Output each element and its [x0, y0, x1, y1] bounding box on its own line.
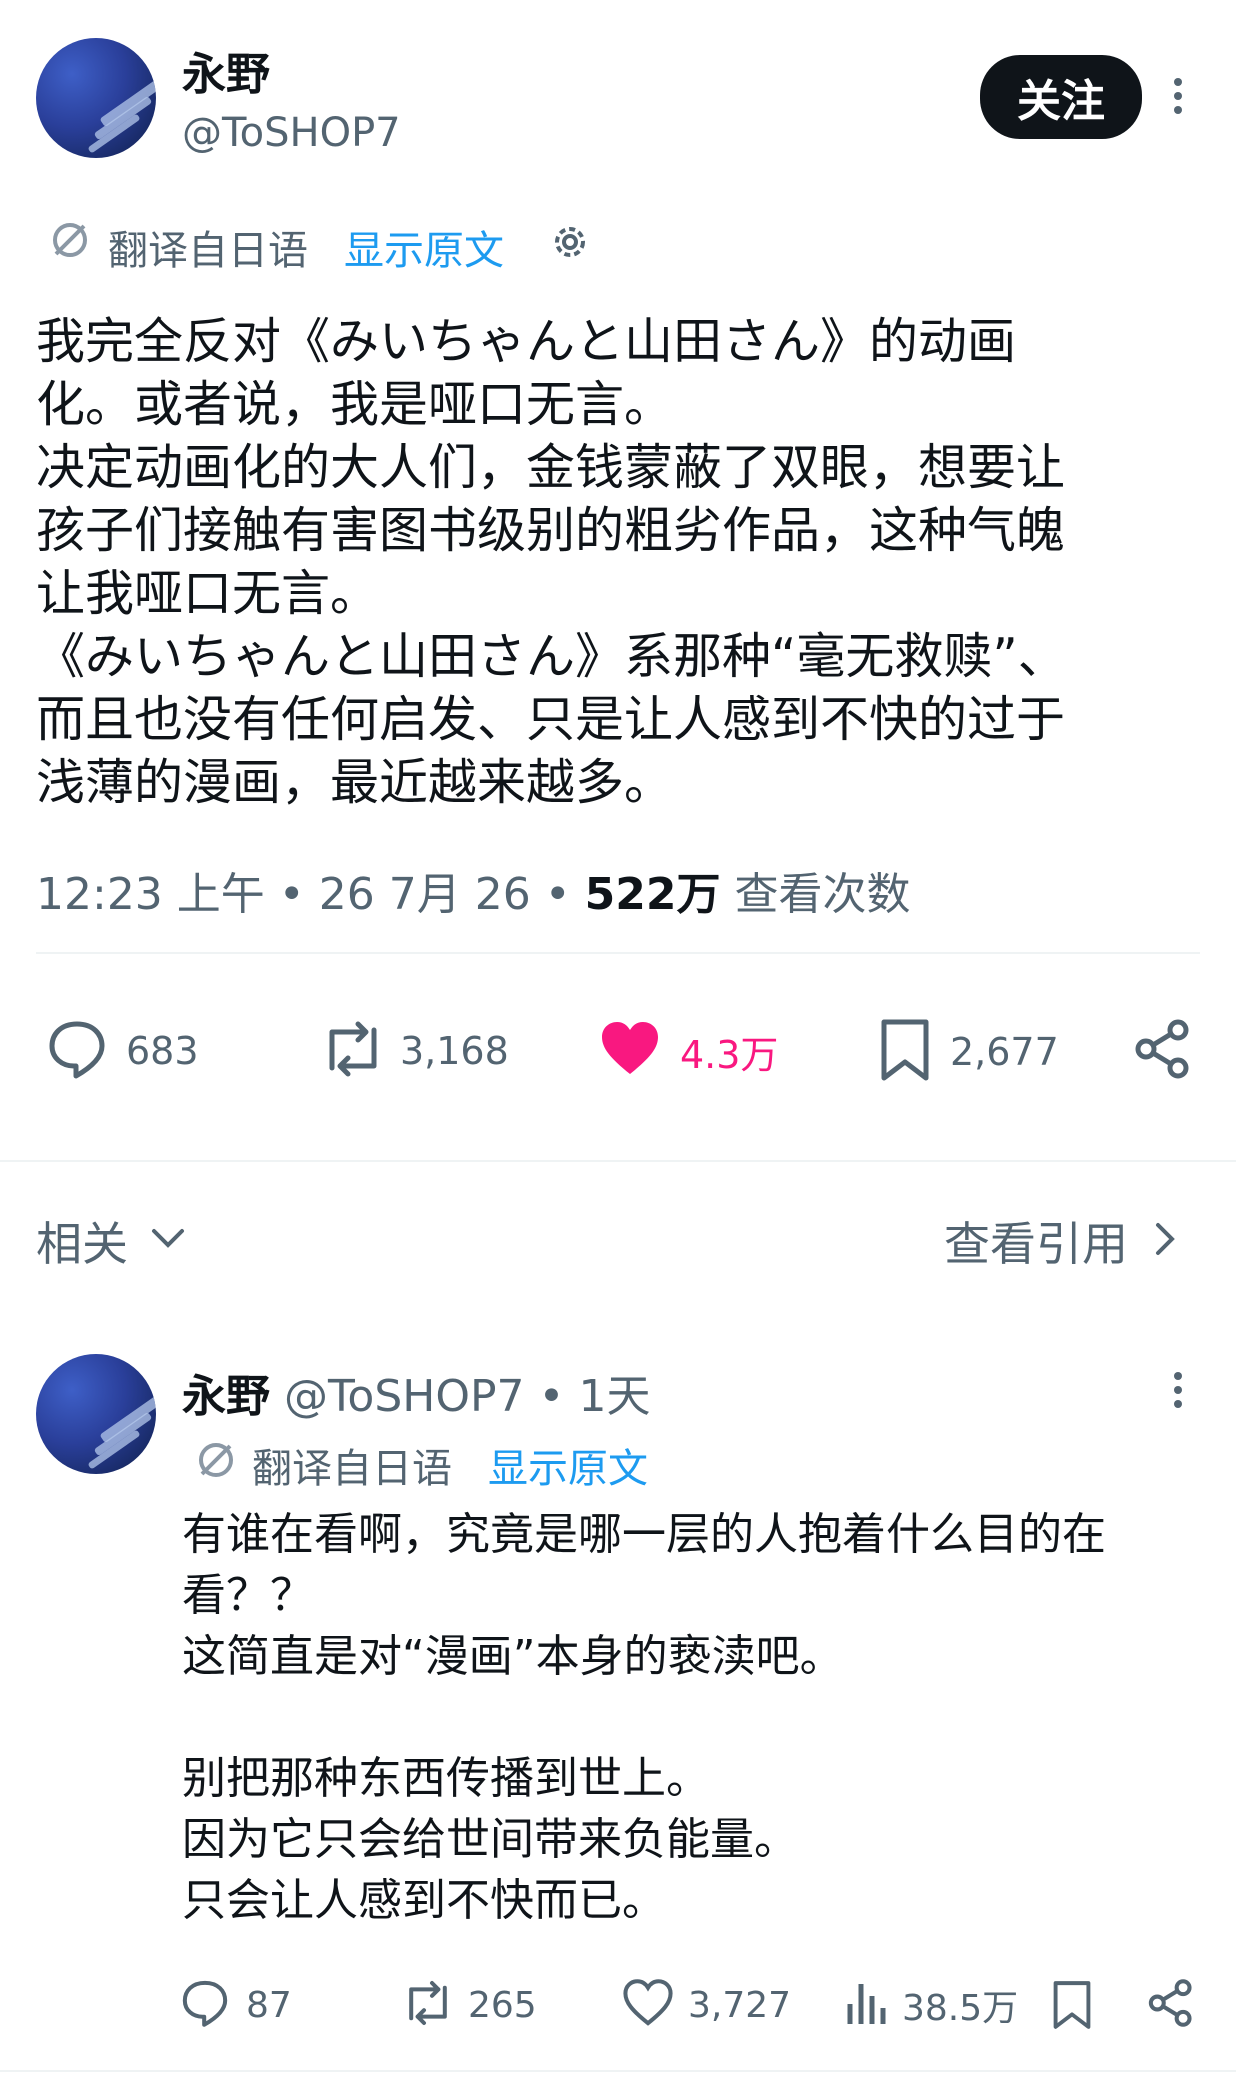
- post-body-line: 而且也没有任何启发、只是让人感到不快的过于: [36, 691, 1066, 748]
- show-original-link[interactable]: 显示原文: [344, 218, 504, 276]
- post-body: 我完全反对《みいちゃんと山田さん》的动画 化。或者说，我是哑口无言。 决定动画化…: [36, 310, 1067, 814]
- post-time[interactable]: 12:23 上午: [36, 869, 265, 920]
- post-body-line: 浅薄的漫画，最近越来越多。: [36, 754, 674, 811]
- reply-bookmark-icon[interactable]: [1050, 1980, 1094, 2034]
- view-quotes-label: 查看引用: [944, 1217, 1128, 1271]
- chevron-right-icon: [1154, 1221, 1178, 1261]
- reply-views-count: 38.5万: [902, 1988, 1019, 2029]
- reply-reply-button[interactable]: 87: [180, 1978, 292, 2032]
- related-label: 相关: [36, 1217, 128, 1271]
- author-avatar[interactable]: [36, 38, 156, 158]
- like-count: 4.3万: [680, 1032, 779, 1077]
- section-divider: [0, 1160, 1236, 1162]
- author-display-name[interactable]: 永野: [182, 38, 270, 102]
- follow-button[interactable]: 关注: [980, 55, 1142, 139]
- reply-translate-icon: [194, 1438, 238, 1482]
- reply-body-line: 有谁在看啊，究竟是哪一层的人抱着什么目的在: [182, 1509, 1106, 1560]
- like-icon: [622, 1978, 674, 2032]
- reply-repost-button[interactable]: 265: [400, 1978, 537, 2032]
- post-meta: 12:23 上午 • 26 7月 26 • 522万 查看次数: [36, 869, 911, 920]
- reply-icon: [46, 1018, 108, 1084]
- reply-body-line: 看？？: [182, 1570, 314, 1621]
- reply-icon: [180, 1978, 230, 2032]
- reply-count: 683: [126, 1029, 199, 1073]
- bottom-divider: [0, 2070, 1236, 2072]
- view-quotes-link[interactable]: 查看引用: [944, 1208, 1178, 1274]
- reply-like-button[interactable]: 3,727: [622, 1978, 791, 2032]
- author-handle[interactable]: @ToSHOP7: [182, 110, 401, 156]
- bookmark-count: 2,677: [950, 1030, 1059, 1074]
- reply-author-avatar[interactable]: [36, 1354, 156, 1474]
- post-body-line: 孩子们接触有害图书级别的粗劣作品，这种气魄: [36, 502, 1066, 559]
- reply-body-line: 因为它只会给世间带来负能量。: [182, 1814, 798, 1865]
- bookmark-button[interactable]: 2,677: [878, 1018, 1059, 1086]
- chevron-down-icon: [150, 1227, 186, 1255]
- post-body-line: 让我哑口无言。: [36, 565, 380, 622]
- reply-display-name[interactable]: 永野: [182, 1371, 270, 1422]
- translate-note: 翻译自日语: [108, 228, 308, 274]
- reply-body-line: [182, 1687, 1106, 1748]
- views-icon: [844, 1978, 888, 2032]
- reply-like-count: 3,727: [688, 1984, 792, 2026]
- reply-more-icon[interactable]: [1174, 1366, 1182, 1414]
- reply-body-line: 只会让人感到不快而已。: [182, 1875, 666, 1926]
- reply-views-button[interactable]: 38.5万: [844, 1978, 1018, 2032]
- like-icon: [598, 1018, 662, 1084]
- reply-body-line: 别把那种东西传播到世上。: [182, 1753, 710, 1804]
- translate-icon: [48, 218, 92, 262]
- repost-count: 3,168: [400, 1029, 509, 1073]
- like-button[interactable]: 4.3万: [598, 1018, 778, 1084]
- post-body-line: 《みいちゃんと山田さん》系那种“毫无救赎”、: [36, 628, 1067, 685]
- reply-share-icon[interactable]: [1146, 1978, 1196, 2032]
- repost-button[interactable]: 3,168: [318, 1018, 509, 1084]
- reply-handle[interactable]: @ToSHOP7: [284, 1371, 525, 1422]
- repost-icon: [318, 1018, 388, 1084]
- bookmark-icon: [878, 1018, 932, 1086]
- reply-translate-note: 翻译自日语: [252, 1446, 452, 1492]
- reply-time-ago[interactable]: 1天: [578, 1371, 650, 1422]
- related-dropdown[interactable]: 相关: [36, 1208, 186, 1274]
- post-date[interactable]: 26 7月 26: [319, 869, 531, 920]
- views-label: 查看次数: [734, 869, 911, 920]
- post-body-line: 化。或者说，我是哑口无言。: [36, 376, 674, 433]
- reply-show-original-link[interactable]: 显示原文: [488, 1436, 648, 1494]
- reply-header: 永野 @ToSHOP7 • 1天: [182, 1371, 651, 1422]
- repost-icon: [400, 1978, 456, 2032]
- divider: [36, 952, 1200, 954]
- more-icon[interactable]: [1174, 72, 1182, 120]
- reply-reply-count: 87: [246, 1984, 292, 2026]
- post-body-line: 决定动画化的大人们，金钱蒙蔽了双眼，想要让: [36, 439, 1066, 496]
- reply-button[interactable]: 683: [46, 1018, 199, 1084]
- post-body-line: 我完全反对《みいちゃんと山田さん》的动画: [36, 313, 1017, 370]
- share-icon[interactable]: [1132, 1018, 1194, 1084]
- settings-gear-icon[interactable]: [548, 220, 592, 264]
- reply-body: 有谁在看啊，究竟是哪一层的人抱着什么目的在 看？？ 这简直是对“漫画”本身的亵渎…: [182, 1504, 1106, 1931]
- reply-repost-count: 265: [468, 1984, 537, 2026]
- views-count: 522万: [584, 869, 721, 920]
- reply-body-line: 这简直是对“漫画”本身的亵渎吧。: [182, 1631, 844, 1682]
